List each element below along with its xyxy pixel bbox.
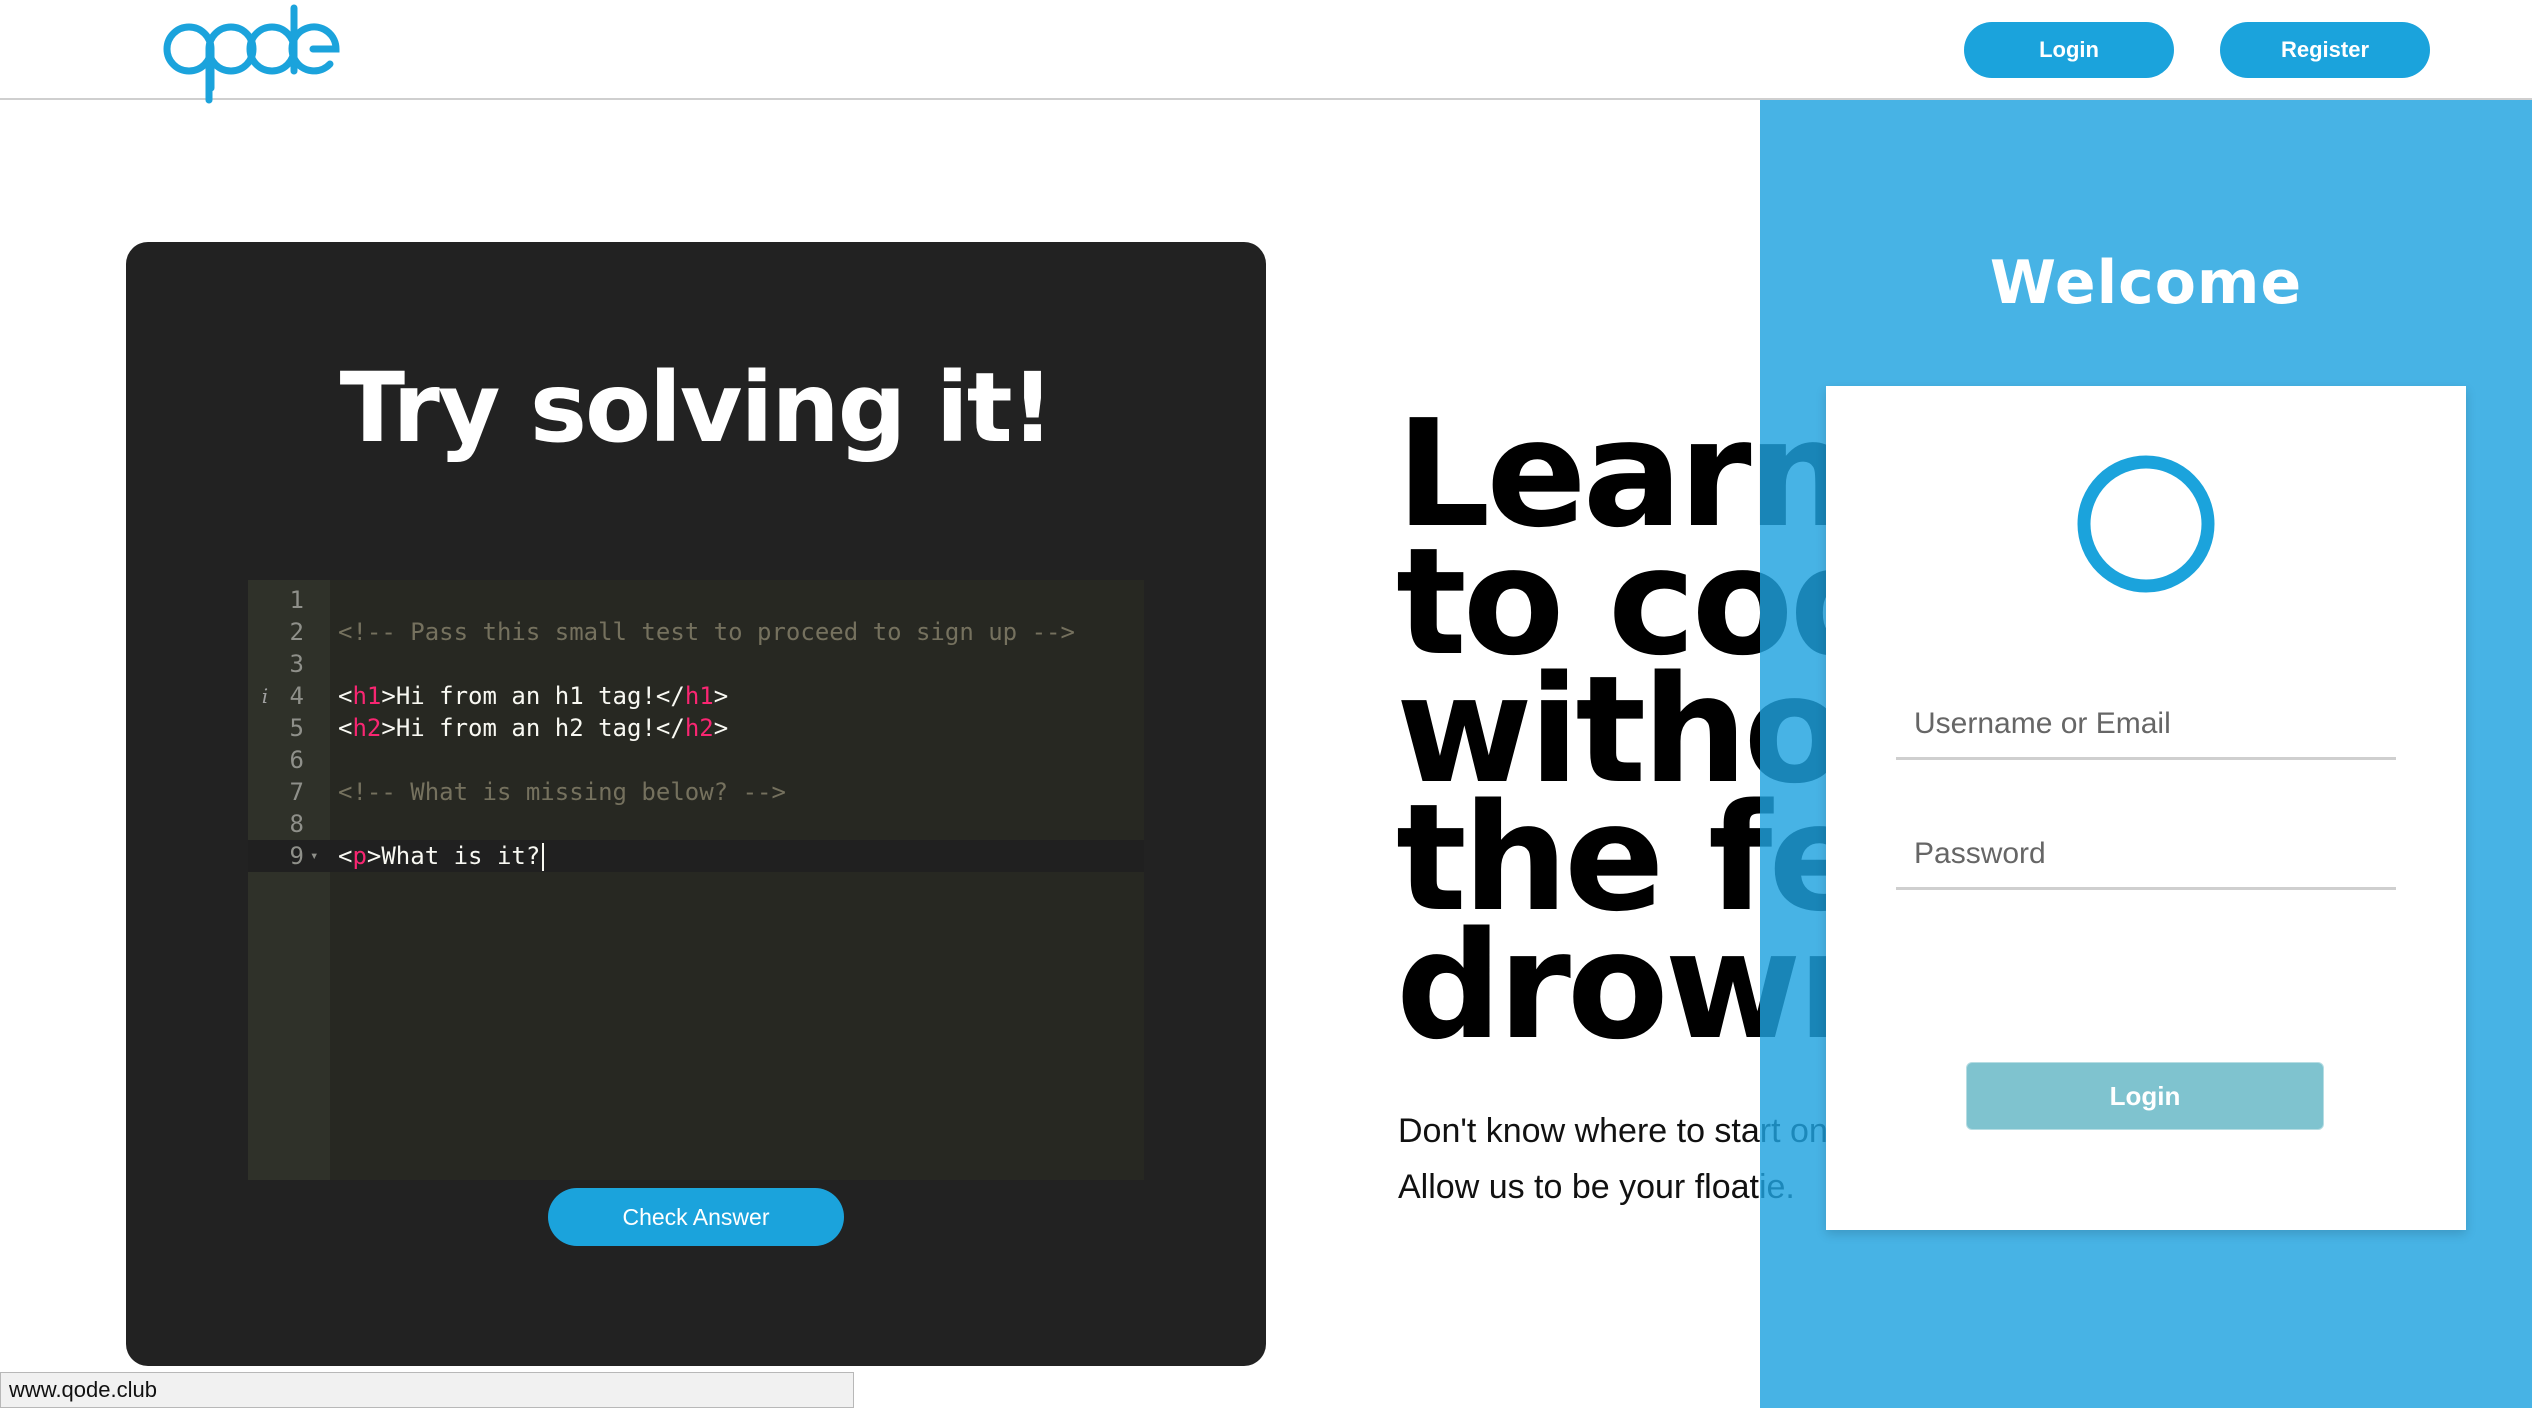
info-annotation-icon[interactable]: i [256, 680, 274, 712]
code-token-text: Hi from an h2 tag! [395, 714, 656, 742]
challenge-card: Try solving it! 1 2 <!-- Pass this small t… [126, 242, 1266, 1366]
code-line[interactable]: 9 ▾ <p>What is it? [248, 840, 1144, 872]
fold-arrow-icon[interactable]: ▾ [310, 840, 326, 872]
code-editor[interactable]: 1 2 <!-- Pass this small test to proceed t… [248, 580, 1144, 1180]
nav-login-button[interactable]: Login [1964, 22, 2174, 78]
challenge-title: Try solving it! [339, 352, 1055, 464]
text-cursor [542, 843, 545, 871]
top-navbar: Login Register [0, 0, 2532, 104]
password-field [1896, 820, 2396, 890]
code-token-punc: < [338, 714, 353, 742]
login-panel: Welcome Login [1760, 100, 2532, 1408]
code-token-comment: <!-- Pass this small test to proceed to … [338, 618, 1075, 646]
code-text: <h1>Hi from an h1 tag!</h1> [338, 680, 728, 712]
code-token-tag: h2 [684, 714, 714, 742]
line-number: 9 [289, 842, 304, 870]
code-token-punc: > [381, 714, 396, 742]
code-line-highlight [248, 648, 1144, 680]
code-line-highlight [248, 584, 1144, 616]
code-token-punc: > [713, 714, 729, 742]
line-number: 7 [289, 778, 304, 806]
hero-subtitle-2: Allow us to be your floatie. [1398, 1168, 1795, 1206]
code-token-punc: > [366, 842, 382, 870]
code-text: <p>What is it? [338, 840, 545, 872]
code-token-tag: h2 [352, 714, 382, 742]
code-text: <h2>Hi from an h2 tag!</h2> [338, 712, 728, 744]
code-text: <!-- Pass this small test to proceed to … [338, 616, 1075, 648]
line-number: 1 [289, 586, 304, 614]
username-field [1896, 690, 2396, 760]
login-form-card: Login [1826, 386, 2466, 1230]
code-token-comment: <!-- What is missing below? --> [338, 778, 786, 806]
line-number: 6 [289, 746, 304, 774]
code-token-punc: </ [655, 682, 685, 710]
code-line[interactable]: 5 <h2>Hi from an h2 tag!</h2> [248, 712, 1144, 744]
nav-register-button[interactable]: Register [2220, 22, 2430, 78]
code-token-text: What is it? [381, 842, 541, 870]
line-number: 3 [289, 650, 304, 678]
code-line[interactable]: 4 i <h1>Hi from an h1 tag!</h1> [248, 680, 1144, 712]
code-token-punc: < [338, 682, 353, 710]
code-token-tag: h1 [684, 682, 714, 710]
code-text: <!-- What is missing below? --> [338, 776, 786, 808]
check-answer-button[interactable]: Check Answer [548, 1188, 844, 1246]
password-input[interactable] [1896, 820, 2396, 887]
code-line-highlight [248, 744, 1144, 776]
code-token-text: Hi from an h1 tag! [395, 682, 656, 710]
line-number: 8 [289, 810, 304, 838]
login-submit-button[interactable]: Login [1966, 1062, 2324, 1130]
code-line[interactable]: 2 <!-- Pass this small test to proceed to… [248, 616, 1144, 648]
code-line[interactable]: 7 <!-- What is missing below? --> [248, 776, 1144, 808]
line-number: 2 [289, 618, 304, 646]
code-line[interactable]: 1 [248, 584, 1144, 616]
qode-logo[interactable] [160, 0, 340, 104]
page-root: Login Register Try solving it! 1 2 <!-- Pa… [0, 0, 2532, 1408]
code-token-punc: > [381, 682, 396, 710]
code-token-tag: h1 [352, 682, 382, 710]
code-token-punc: > [713, 682, 729, 710]
code-line[interactable]: 6 [248, 744, 1144, 776]
welcome-heading: Welcome [1989, 248, 2303, 318]
code-line-highlight [248, 808, 1144, 840]
loading-ring-icon [2077, 455, 2215, 593]
line-number: 5 [289, 714, 304, 742]
browser-status-bar: www.qode.club [0, 1372, 854, 1408]
code-token-tag: p [352, 842, 367, 870]
code-line[interactable]: 3 [248, 648, 1144, 680]
code-line[interactable]: 8 [248, 808, 1144, 840]
username-input[interactable] [1896, 690, 2396, 757]
code-token-punc: </ [655, 714, 685, 742]
code-token-punc: < [338, 842, 353, 870]
